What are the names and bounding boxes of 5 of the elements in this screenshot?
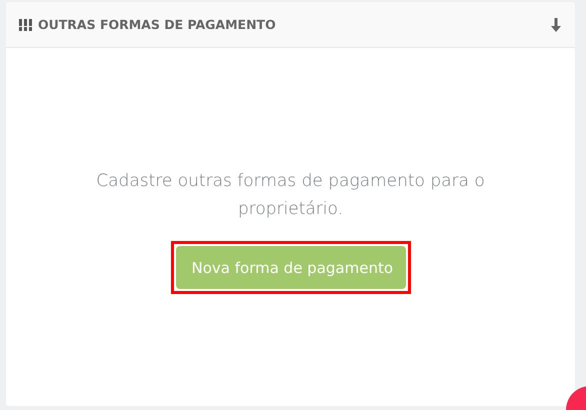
- arrow-down-icon[interactable]: [551, 18, 561, 32]
- empty-message: Cadastre outras formas de pagamento para o proprietário.: [95, 170, 486, 221]
- grid-icon: [19, 18, 32, 30]
- panel-title: OUTRAS FORMAS DE PAGAMENTO: [38, 17, 277, 32]
- new-payment-button[interactable]: Nova forma de pagamento: [176, 246, 406, 289]
